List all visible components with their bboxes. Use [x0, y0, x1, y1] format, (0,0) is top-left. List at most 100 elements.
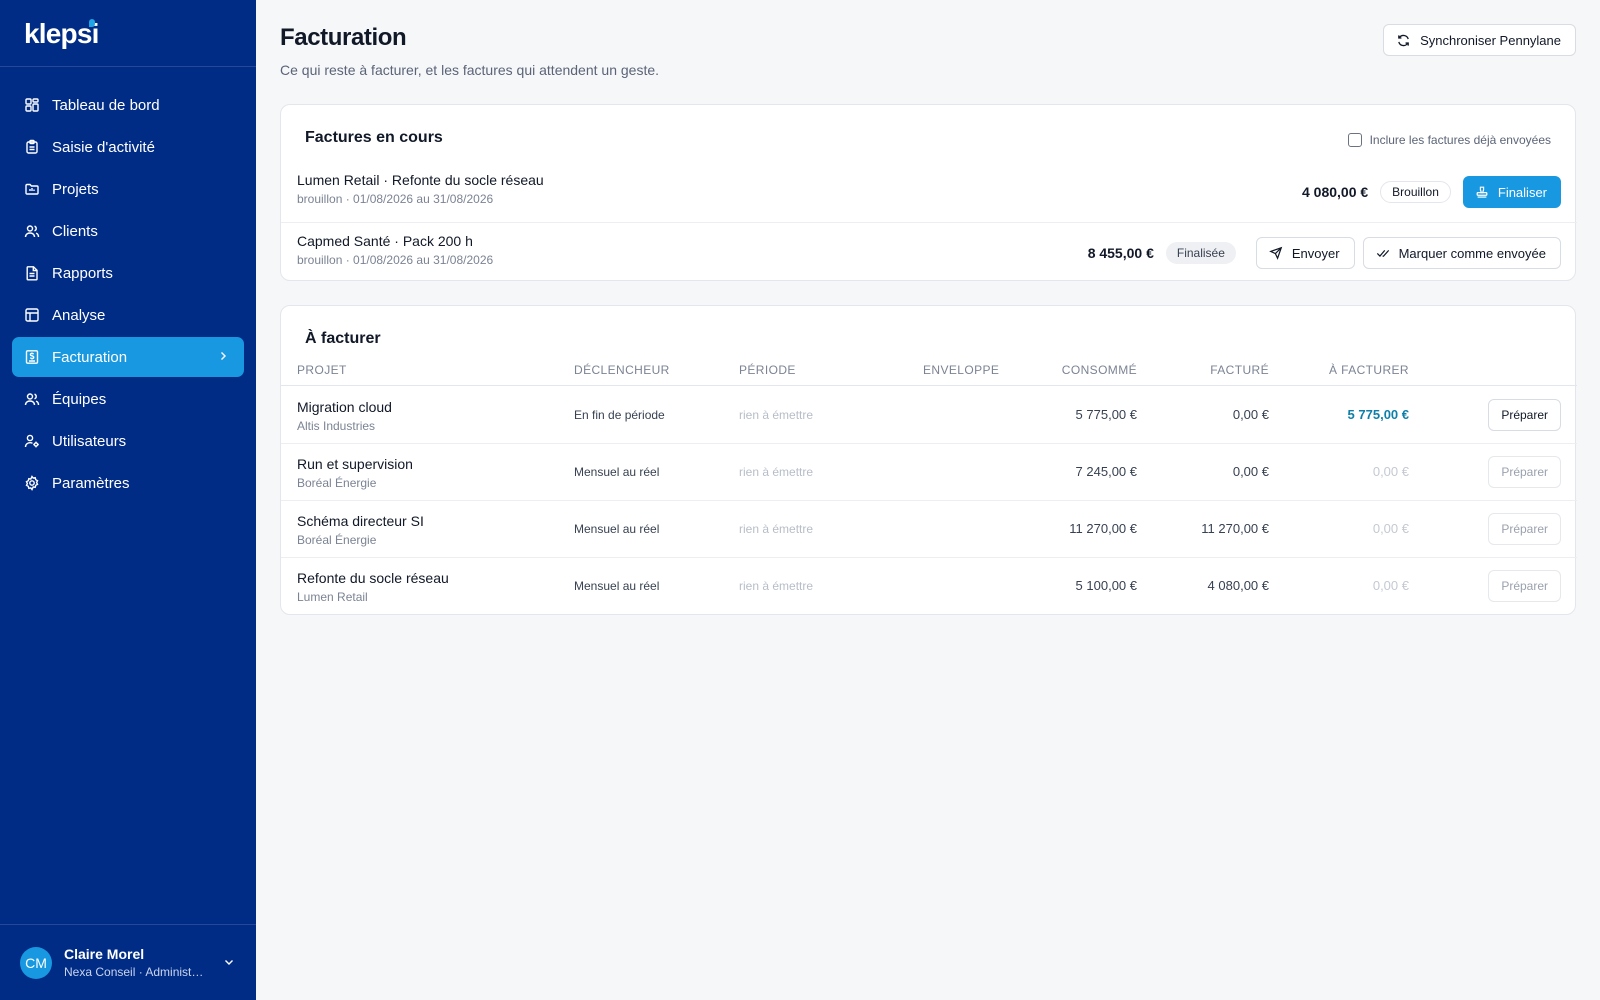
to-invoice-card: À facturer Projet Déclencheur Période En… [280, 305, 1577, 615]
include-sent-toggle[interactable]: Inclure les factures déjà envoyées [1347, 133, 1551, 147]
prepare-button[interactable]: Préparer [1488, 456, 1561, 488]
table-row: Refonte du socle réseau Lumen Retail Men… [281, 558, 1577, 615]
user-cog-icon [24, 433, 40, 449]
client-name: Boréal Énergie [297, 476, 377, 490]
client-name: Lumen Retail [297, 590, 368, 604]
invoice-actions: 4 080,00 € Brouillon Finaliser [1302, 176, 1561, 208]
user-menu[interactable]: CM Claire Morel Nexa Conseil · Administr… [0, 924, 256, 1000]
document-icon [24, 265, 40, 281]
period-cell: rien à émettre [739, 465, 814, 479]
folder-icon [24, 181, 40, 197]
table-row: Run et supervision Boréal Énergie Mensue… [281, 444, 1577, 501]
consumed-cell: 5 775,00 € [1075, 407, 1137, 422]
consumed-cell: 7 245,00 € [1075, 464, 1137, 479]
invoiced-cell: 4 080,00 € [1207, 578, 1269, 593]
to-invoice-cell: 0,00 € [1372, 521, 1409, 536]
period-cell: rien à émettre [739, 522, 814, 536]
sidebar-nav: Tableau de bord Saisie d'activité Projet… [0, 67, 256, 503]
finalize-label: Finaliser [1497, 184, 1547, 200]
avatar: CM [20, 946, 52, 979]
to-invoice-cell: 0,00 € [1372, 578, 1409, 593]
sidebar-item-users[interactable]: Utilisateurs [12, 421, 244, 461]
sync-pennylane-label: Synchroniser Pennylane [1420, 32, 1561, 48]
sidebar-item-label: Rapports [52, 264, 113, 282]
table-row: Migration cloud Altis Industries En fin … [281, 387, 1577, 444]
user-info: Claire Morel Nexa Conseil · Administrate… [64, 946, 206, 979]
dashboard-icon [24, 97, 40, 113]
send-icon [1269, 246, 1283, 260]
client-name: Boréal Énergie [297, 533, 377, 547]
sidebar: klepsi Tableau de bord Saisie d'activité… [0, 0, 256, 1000]
main-content: Facturation Ce qui reste à facturer, et … [256, 0, 1600, 1000]
invoice-row: Lumen Retail · Refonte du socle réseau b… [281, 162, 1577, 223]
trigger-cell: Mensuel au réel [574, 465, 660, 479]
page-title: Facturation [280, 24, 407, 51]
invoiced-cell: 11 270,00 € [1201, 521, 1269, 536]
brand-logo-accent [89, 19, 95, 27]
sidebar-item-reports[interactable]: Rapports [12, 253, 244, 293]
sidebar-item-label: Projets [52, 180, 99, 198]
invoice-meta: brouillon · 01/08/2026 au 31/08/2026 [297, 253, 494, 267]
sidebar-item-activity[interactable]: Saisie d'activité [12, 127, 244, 167]
sidebar-item-label: Équipes [52, 390, 107, 408]
gear-icon [24, 475, 40, 491]
sync-pennylane-button[interactable]: Synchroniser Pennylane [1383, 24, 1576, 56]
column-header-project: Projet [297, 363, 347, 377]
client-name: Altis Industries [297, 419, 376, 433]
invoiced-cell: 0,00 € [1232, 464, 1269, 479]
prepare-button[interactable]: Préparer [1488, 570, 1561, 602]
consumed-cell: 11 270,00 € [1069, 521, 1137, 536]
include-sent-label: Inclure les factures déjà envoyées [1369, 133, 1551, 147]
brand-name: klepsi [24, 18, 99, 49]
project-name: Run et supervision [297, 456, 413, 472]
mark-as-sent-button[interactable]: Marquer comme envoyée [1362, 237, 1561, 269]
trigger-cell: Mensuel au réel [574, 579, 660, 593]
prepare-button[interactable]: Préparer [1488, 399, 1561, 431]
brand-logo[interactable]: klepsi [0, 0, 256, 67]
invoice-title: Lumen Retail · Refonte du socle réseau [297, 172, 544, 188]
sidebar-item-label: Utilisateurs [52, 432, 127, 450]
invoice-amount: 8 455,00 € [1087, 245, 1154, 261]
sidebar-item-settings[interactable]: Paramètres [12, 463, 244, 503]
sidebar-item-clients[interactable]: Clients [12, 211, 244, 251]
team-icon [24, 391, 40, 407]
sidebar-item-label: Clients [52, 222, 98, 240]
period-cell: rien à émettre [739, 579, 814, 593]
sidebar-item-dashboard[interactable]: Tableau de bord [12, 85, 244, 125]
chevron-down-icon[interactable] [222, 955, 236, 969]
invoice-actions: 8 455,00 € Finalisée Envoyer Marquer com… [1088, 237, 1561, 269]
sidebar-item-teams[interactable]: Équipes [12, 379, 244, 419]
column-header-envelope: Enveloppe [923, 363, 1000, 377]
finalize-button[interactable]: Finaliser [1462, 176, 1561, 208]
send-label: Envoyer [1291, 245, 1340, 261]
consumed-cell: 5 100,00 € [1075, 578, 1137, 593]
column-header-invoiced: Facturé [1210, 363, 1269, 377]
clipboard-icon [24, 139, 40, 155]
user-org: Nexa Conseil · Administrateur [64, 965, 206, 979]
invoice-row: Capmed Santé · Pack 200 h brouillon · 01… [281, 223, 1577, 284]
sidebar-item-label: Tableau de bord [52, 96, 160, 114]
prepare-button[interactable]: Préparer [1488, 513, 1561, 545]
sidebar-item-analysis[interactable]: Analyse [12, 295, 244, 335]
double-check-icon [1376, 249, 1389, 257]
column-header-consumed: Consommé [1061, 363, 1137, 377]
to-invoice-title: À facturer [305, 330, 381, 347]
status-badge: Finalisée [1165, 242, 1236, 264]
sidebar-item-label: Analyse [52, 306, 106, 324]
invoice-title: Capmed Santé · Pack 200 h [297, 233, 473, 249]
mark-as-sent-label: Marquer comme envoyée [1398, 245, 1546, 261]
sidebar-item-projects[interactable]: Projets [12, 169, 244, 209]
user-name: Claire Morel [64, 946, 145, 962]
current-invoices-title: Factures en cours [305, 129, 443, 146]
sidebar-item-label: Saisie d'activité [52, 138, 155, 156]
invoice-meta: brouillon · 01/08/2026 au 31/08/2026 [297, 192, 494, 206]
send-button[interactable]: Envoyer [1255, 237, 1355, 269]
invoice-amount: 4 080,00 € [1302, 184, 1369, 200]
refresh-icon [1398, 34, 1409, 46]
project-name: Schéma directeur SI [297, 513, 424, 529]
chevron-right-icon [221, 352, 226, 360]
sidebar-item-billing[interactable]: Facturation [12, 337, 244, 377]
column-header-trigger: Déclencheur [574, 363, 670, 377]
include-sent-checkbox[interactable] [1347, 133, 1362, 147]
trigger-cell: Mensuel au réel [574, 522, 660, 536]
